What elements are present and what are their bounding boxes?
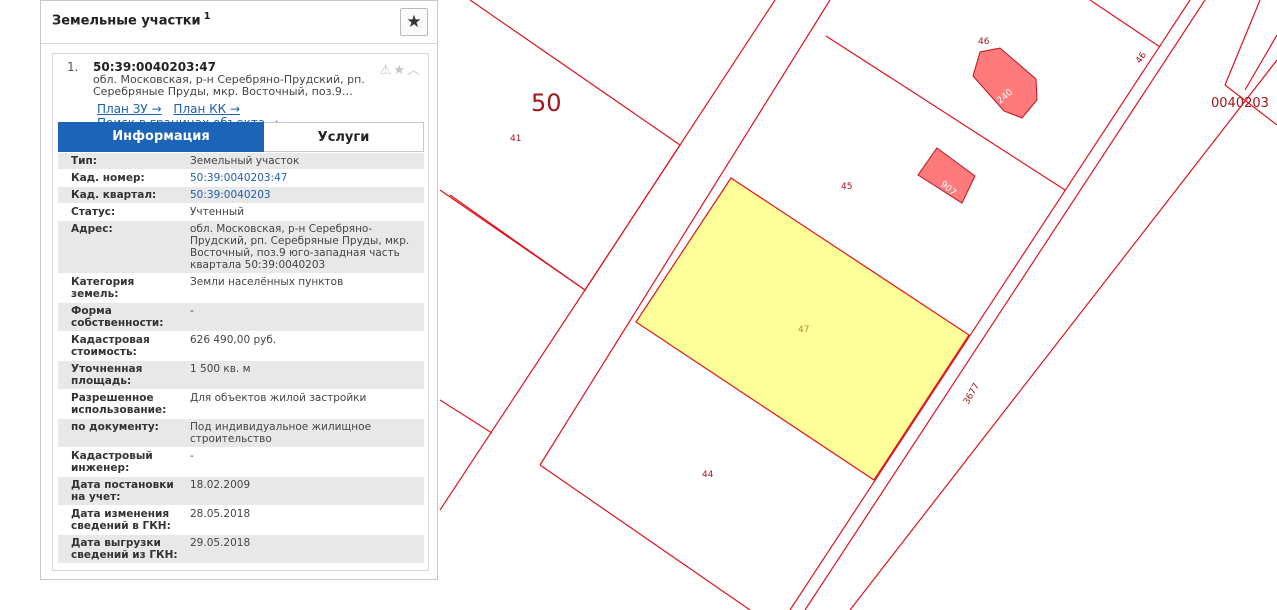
info-row: Уточненная площадь: 1 500 кв. м — [58, 361, 424, 389]
info-row: Разрешенное использование: Для объектов ж… — [58, 390, 424, 418]
card-actions: ⚠★︿ — [380, 59, 422, 78]
info-row-value: 28.05.2018 — [190, 508, 251, 520]
info-row: Статус: Учтенный — [58, 204, 424, 220]
star-icon: ★ — [406, 12, 422, 32]
parcel-label-45: 45 — [841, 182, 852, 192]
quarter-label: 0040203 — [1211, 96, 1269, 111]
info-row-label: Разрешенное использование: — [71, 392, 167, 416]
info-row-value: обл. Московская, р-н Серебряно-Прудский,… — [190, 223, 410, 271]
parcel-border — [439, 399, 493, 434]
info-row-label: Адрес: — [71, 223, 113, 235]
chevron-up-icon[interactable]: ︿ — [407, 63, 422, 78]
tab-services[interactable]: Услуги — [264, 122, 424, 152]
panel-title: Земельные участки 1 — [52, 11, 211, 28]
parcel-label-3677: 3677 — [962, 382, 982, 407]
info-row-label: Категория земель: — [71, 276, 135, 300]
info-row-label: Дата выгрузки сведений из ГКН: — [71, 537, 178, 561]
favorites-button[interactable]: ★ — [400, 8, 428, 36]
panel-title-text: Земельные участки — [52, 13, 201, 29]
info-row-label: Статус: — [71, 206, 116, 218]
building-240[interactable] — [972, 47, 1038, 119]
parcel-border — [539, 464, 751, 610]
info-row: Дата изменения сведений в ГКН: 28.05.2018 — [58, 506, 424, 534]
info-row: Дата постановки на учет: 18.02.2009 — [58, 477, 424, 505]
info-tabs: Информация Услуги — [58, 122, 424, 152]
info-row-label: Форма собственности: — [71, 305, 164, 329]
info-row-label: Кад. квартал: — [71, 189, 157, 201]
info-row-label: по документу: — [71, 421, 159, 433]
plan-zu-link[interactable]: План ЗУ → — [97, 102, 162, 116]
warning-icon[interactable]: ⚠ — [380, 63, 394, 78]
parcel-label-46-rotated: 46 — [1134, 50, 1149, 65]
info-row-label: Кадастровый инженер: — [71, 450, 153, 474]
info-row: Кад. номер: 50:39:0040203:47 — [58, 170, 424, 186]
cad-number-title[interactable]: 50:39:0040203:47 — [93, 60, 216, 74]
info-row: по документу: Под индивидуальное жилищное… — [58, 419, 424, 447]
info-row-value: 626 490,00 руб. — [190, 334, 277, 346]
info-row-value: - — [190, 305, 194, 317]
parcel-border — [1244, 34, 1277, 91]
info-row: Адрес: обл. Московская, р-н Серебряно-Пру… — [58, 221, 424, 273]
info-row-label: Уточненная площадь: — [71, 363, 143, 387]
plan-kk-link[interactable]: План КК → — [173, 102, 240, 116]
star-icon[interactable]: ★ — [393, 63, 407, 78]
info-row-value: 29.05.2018 — [190, 537, 251, 549]
info-row: Кадастровая стоимость: 626 490,00 руб. — [58, 332, 424, 360]
parcel-border — [439, 189, 586, 291]
info-row-value: Учтенный — [190, 206, 245, 218]
info-row: Категория земель: Земли населённых пункто… — [58, 274, 424, 302]
parcel-border — [1089, 0, 1161, 48]
info-row-label: Кадастровая стоимость: — [71, 334, 150, 358]
result-index: 1. — [67, 60, 79, 74]
info-row: Кадастровый инженер: - — [58, 448, 424, 476]
info-row: Форма собственности: - — [58, 303, 424, 331]
tab-information[interactable]: Информация — [58, 122, 264, 152]
info-row: Дата выгрузки сведений из ГКН: 29.05.2018 — [58, 535, 424, 563]
parcel-label-47: 47 — [798, 325, 809, 335]
info-row-link[interactable]: 50:39:0040203 — [178, 187, 424, 203]
result-count: 1 — [203, 11, 211, 22]
parcel-label-46: 46 — [978, 37, 990, 47]
info-row-value: - — [190, 450, 194, 462]
parcel-label-41: 41 — [510, 134, 521, 144]
parcel-border — [439, 289, 586, 511]
building-907[interactable] — [917, 147, 976, 204]
info-row-value: 18.02.2009 — [190, 479, 251, 491]
info-row-value: 1 500 кв. м — [190, 363, 251, 375]
address-short: обл. Московская, р-н Серебряно-Прудский,… — [93, 73, 365, 98]
parcel-border — [449, 0, 681, 291]
info-row-label: Тип: — [71, 155, 97, 167]
info-row-value: Земельный участок — [190, 155, 300, 167]
info-row-value: Для объектов жилой застройки — [190, 392, 367, 404]
info-row-value: Земли населённых пунктов — [190, 276, 344, 288]
result-card: 1. 50:39:0040203:47 обл. Московская, р-н… — [52, 53, 429, 571]
info-row-link[interactable]: 50:39:0040203:47 — [178, 170, 424, 186]
info-row: Кад. квартал: 50:39:0040203 — [58, 187, 424, 203]
district-label: 50 — [531, 89, 562, 117]
info-row-label: Дата постановки на учет: — [71, 479, 174, 503]
panel-header: Земельные участки 1 ★ — [41, 1, 437, 44]
info-row-label: Дата изменения сведений в ГКН: — [71, 508, 171, 532]
land-plots-panel: Земельные участки 1 ★ 1. 50:39:0040203:47… — [40, 0, 438, 580]
info-table: Тип: Земельный участок Кад. номер: 50:39:00… — [58, 152, 424, 563]
parcel-label-44: 44 — [702, 470, 714, 480]
info-row-value: Под индивидуальное жилищное строительств… — [190, 421, 372, 445]
info-row-label: Кад. номер: — [71, 172, 145, 184]
info-row: Тип: Земельный участок — [58, 153, 424, 169]
